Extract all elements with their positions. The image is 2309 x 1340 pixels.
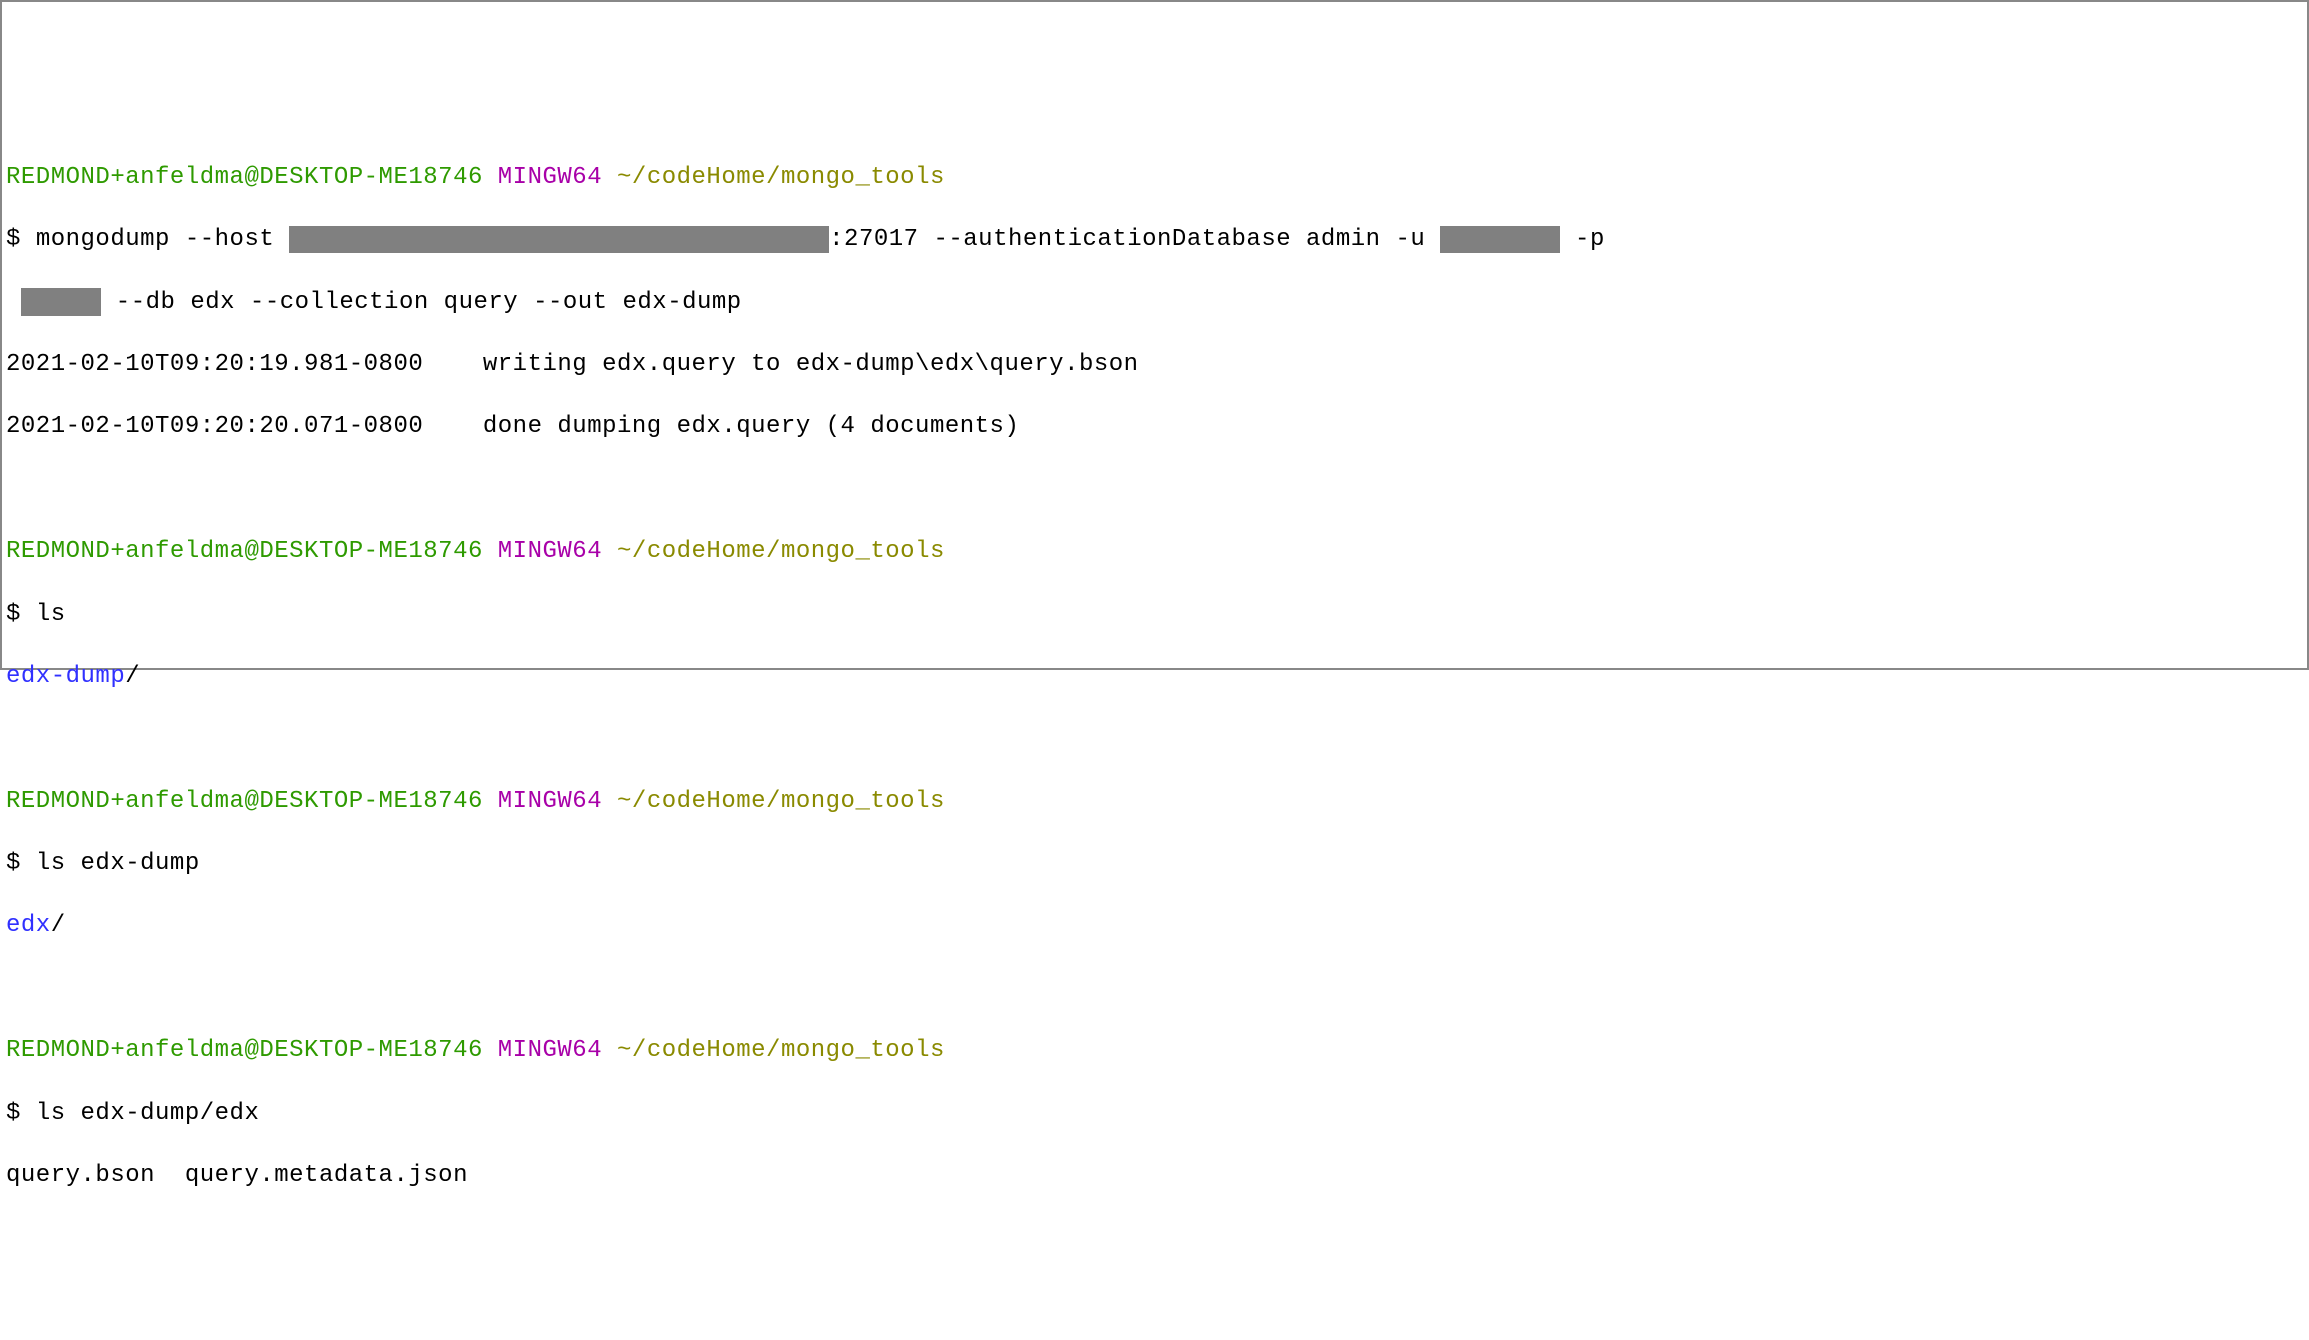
command-line-2: $ ls: [6, 599, 2303, 630]
mingw-label: MINGW64: [498, 164, 602, 191]
output-line-2: 2021-02-10T09:20:20.071-0800 done dumpin…: [6, 411, 2303, 442]
command-line-3: $ ls edx-dump: [6, 848, 2303, 879]
prompt-line-4: REDMOND+anfeldma@DESKTOP-ME18746 MINGW64…: [6, 1035, 2303, 1066]
blank-line: [6, 973, 2303, 1004]
prompt-symbol: $: [6, 226, 21, 253]
cmd-mongodump-after-user: -p: [1560, 226, 1605, 253]
cmd-mongodump-after-pass: --db edx --collection query --out edx-du…: [101, 289, 742, 316]
mingw-label: MINGW64: [498, 1037, 602, 1064]
output-ls-1: edx-dump/: [6, 661, 2303, 692]
prompt-symbol: $: [6, 1100, 21, 1127]
cwd-path: ~/codeHome/mongo_tools: [617, 788, 945, 815]
user-host: REDMOND+anfeldma@DESKTOP-ME18746: [6, 788, 483, 815]
user-host: REDMOND+anfeldma@DESKTOP-ME18746: [6, 164, 483, 191]
prompt-symbol: $: [6, 601, 21, 628]
user-host: REDMOND+anfeldma@DESKTOP-ME18746: [6, 1037, 483, 1064]
prompt-symbol: $: [6, 850, 21, 877]
blank-line: [6, 723, 2303, 754]
command-line-4: $ ls edx-dump/edx: [6, 1098, 2303, 1129]
cwd-path: ~/codeHome/mongo_tools: [617, 538, 945, 565]
mingw-label: MINGW64: [498, 788, 602, 815]
dir-slash: /: [51, 912, 66, 939]
redacted-user: [1440, 226, 1560, 254]
dir-name: edx-dump: [6, 663, 125, 690]
prompt-line-3: REDMOND+anfeldma@DESKTOP-ME18746 MINGW64…: [6, 786, 2303, 817]
cwd-path: ~/codeHome/mongo_tools: [617, 1037, 945, 1064]
cmd-mongodump-prefix: mongodump --host: [36, 226, 289, 253]
redacted-host: [289, 226, 829, 254]
cmd-ls-edx-dump-edx: ls edx-dump/edx: [36, 1100, 260, 1127]
redacted-pass: [21, 288, 101, 316]
cwd-path: ~/codeHome/mongo_tools: [617, 164, 945, 191]
command-line-1: $ mongodump --host :27017 --authenticati…: [6, 224, 2303, 255]
user-host: REDMOND+anfeldma@DESKTOP-ME18746: [6, 538, 483, 565]
cmd-mongodump-after-host: :27017 --authenticationDatabase admin -u: [829, 226, 1440, 253]
cmd-ls: ls: [36, 601, 66, 628]
output-line-1: 2021-02-10T09:20:19.981-0800 writing edx…: [6, 349, 2303, 380]
cmd-line2-prefix: [6, 289, 21, 316]
command-line-1b: --db edx --collection query --out edx-du…: [6, 287, 2303, 318]
cmd-ls-edx-dump: ls edx-dump: [36, 850, 200, 877]
mingw-label: MINGW64: [498, 538, 602, 565]
blank-line: [6, 474, 2303, 505]
prompt-line-2: REDMOND+anfeldma@DESKTOP-ME18746 MINGW64…: [6, 536, 2303, 567]
dir-slash: /: [125, 663, 140, 690]
dir-name: edx: [6, 912, 51, 939]
terminal-output[interactable]: REDMOND+anfeldma@DESKTOP-ME18746 MINGW64…: [6, 131, 2303, 1223]
output-ls-3: query.bson query.metadata.json: [6, 1160, 2303, 1191]
output-ls-2: edx/: [6, 910, 2303, 941]
prompt-line-1: REDMOND+anfeldma@DESKTOP-ME18746 MINGW64…: [6, 162, 2303, 193]
